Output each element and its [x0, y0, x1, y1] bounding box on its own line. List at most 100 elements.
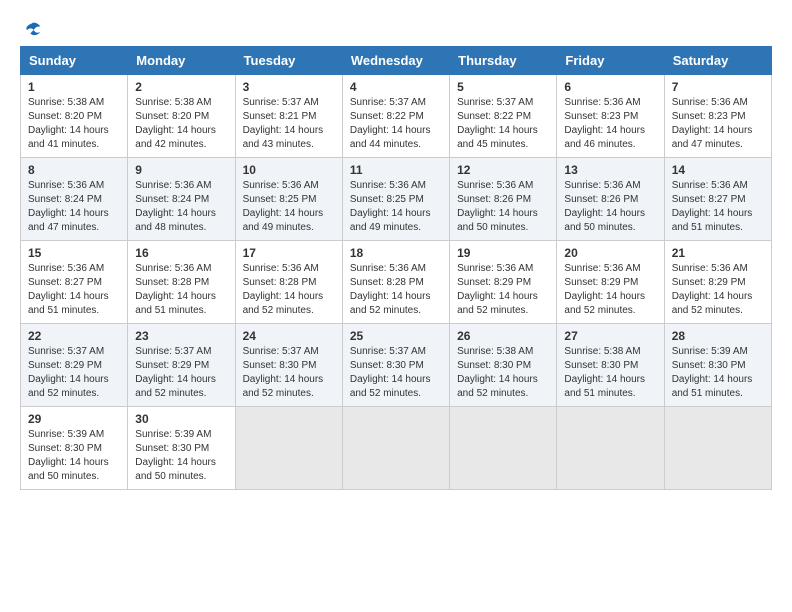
calendar-header-row: SundayMondayTuesdayWednesdayThursdayFrid…	[21, 47, 772, 75]
calendar-cell: 29 Sunrise: 5:39 AM Sunset: 8:30 PM Dayl…	[21, 407, 128, 490]
daylight-label: Daylight: 14 hours and 52 minutes.	[135, 374, 216, 399]
calendar-cell: 28 Sunrise: 5:39 AM Sunset: 8:30 PM Dayl…	[664, 324, 771, 407]
daylight-label: Daylight: 14 hours and 50 minutes.	[564, 208, 645, 233]
sunset-label: Sunset: 8:29 PM	[28, 360, 102, 371]
sunrise-label: Sunrise: 5:36 AM	[350, 263, 426, 274]
calendar-cell: 21 Sunrise: 5:36 AM Sunset: 8:29 PM Dayl…	[664, 241, 771, 324]
calendar-cell: 23 Sunrise: 5:37 AM Sunset: 8:29 PM Dayl…	[128, 324, 235, 407]
calendar-cell: 1 Sunrise: 5:38 AM Sunset: 8:20 PM Dayli…	[21, 75, 128, 158]
calendar-cell: 10 Sunrise: 5:36 AM Sunset: 8:25 PM Dayl…	[235, 158, 342, 241]
cell-content: Sunrise: 5:37 AM Sunset: 8:30 PM Dayligh…	[350, 345, 442, 401]
cell-content: Sunrise: 5:38 AM Sunset: 8:20 PM Dayligh…	[135, 96, 227, 152]
day-number: 5	[457, 80, 549, 94]
sunrise-label: Sunrise: 5:39 AM	[672, 346, 748, 357]
daylight-label: Daylight: 14 hours and 52 minutes.	[672, 291, 753, 316]
sunset-label: Sunset: 8:28 PM	[135, 277, 209, 288]
calendar-cell: 15 Sunrise: 5:36 AM Sunset: 8:27 PM Dayl…	[21, 241, 128, 324]
sunset-label: Sunset: 8:25 PM	[243, 194, 317, 205]
calendar-cell: 12 Sunrise: 5:36 AM Sunset: 8:26 PM Dayl…	[450, 158, 557, 241]
sunrise-label: Sunrise: 5:36 AM	[243, 263, 319, 274]
sunset-label: Sunset: 8:25 PM	[350, 194, 424, 205]
sunset-label: Sunset: 8:30 PM	[350, 360, 424, 371]
day-number: 16	[135, 246, 227, 260]
cell-content: Sunrise: 5:36 AM Sunset: 8:26 PM Dayligh…	[457, 179, 549, 235]
cell-content: Sunrise: 5:36 AM Sunset: 8:23 PM Dayligh…	[564, 96, 656, 152]
sunrise-label: Sunrise: 5:36 AM	[672, 180, 748, 191]
calendar-cell	[557, 407, 664, 490]
sunrise-label: Sunrise: 5:36 AM	[564, 180, 640, 191]
sunrise-label: Sunrise: 5:39 AM	[135, 429, 211, 440]
day-number: 14	[672, 163, 764, 177]
sunset-label: Sunset: 8:28 PM	[243, 277, 317, 288]
sunset-label: Sunset: 8:27 PM	[672, 194, 746, 205]
sunrise-label: Sunrise: 5:37 AM	[350, 97, 426, 108]
sunset-label: Sunset: 8:23 PM	[564, 111, 638, 122]
calendar-row: 8 Sunrise: 5:36 AM Sunset: 8:24 PM Dayli…	[21, 158, 772, 241]
calendar-cell: 11 Sunrise: 5:36 AM Sunset: 8:25 PM Dayl…	[342, 158, 449, 241]
sunset-label: Sunset: 8:29 PM	[672, 277, 746, 288]
day-header-tuesday: Tuesday	[235, 47, 342, 75]
daylight-label: Daylight: 14 hours and 50 minutes.	[135, 457, 216, 482]
daylight-label: Daylight: 14 hours and 51 minutes.	[135, 291, 216, 316]
cell-content: Sunrise: 5:37 AM Sunset: 8:22 PM Dayligh…	[457, 96, 549, 152]
cell-content: Sunrise: 5:37 AM Sunset: 8:30 PM Dayligh…	[243, 345, 335, 401]
calendar-cell: 18 Sunrise: 5:36 AM Sunset: 8:28 PM Dayl…	[342, 241, 449, 324]
sunrise-label: Sunrise: 5:39 AM	[28, 429, 104, 440]
day-header-monday: Monday	[128, 47, 235, 75]
daylight-label: Daylight: 14 hours and 41 minutes.	[28, 125, 109, 150]
calendar-row: 1 Sunrise: 5:38 AM Sunset: 8:20 PM Dayli…	[21, 75, 772, 158]
daylight-label: Daylight: 14 hours and 51 minutes.	[672, 374, 753, 399]
sunset-label: Sunset: 8:30 PM	[457, 360, 531, 371]
calendar-table: SundayMondayTuesdayWednesdayThursdayFrid…	[20, 46, 772, 490]
day-number: 30	[135, 412, 227, 426]
day-number: 6	[564, 80, 656, 94]
cell-content: Sunrise: 5:37 AM Sunset: 8:21 PM Dayligh…	[243, 96, 335, 152]
cell-content: Sunrise: 5:36 AM Sunset: 8:29 PM Dayligh…	[457, 262, 549, 318]
daylight-label: Daylight: 14 hours and 47 minutes.	[28, 208, 109, 233]
calendar-cell	[664, 407, 771, 490]
cell-content: Sunrise: 5:36 AM Sunset: 8:29 PM Dayligh…	[672, 262, 764, 318]
cell-content: Sunrise: 5:36 AM Sunset: 8:28 PM Dayligh…	[243, 262, 335, 318]
sunset-label: Sunset: 8:22 PM	[350, 111, 424, 122]
sunset-label: Sunset: 8:28 PM	[350, 277, 424, 288]
sunset-label: Sunset: 8:20 PM	[135, 111, 209, 122]
cell-content: Sunrise: 5:37 AM Sunset: 8:29 PM Dayligh…	[135, 345, 227, 401]
cell-content: Sunrise: 5:36 AM Sunset: 8:25 PM Dayligh…	[350, 179, 442, 235]
sunrise-label: Sunrise: 5:36 AM	[672, 263, 748, 274]
sunset-label: Sunset: 8:30 PM	[28, 443, 102, 454]
page-header	[20, 20, 772, 36]
daylight-label: Daylight: 14 hours and 42 minutes.	[135, 125, 216, 150]
daylight-label: Daylight: 14 hours and 44 minutes.	[350, 125, 431, 150]
sunrise-label: Sunrise: 5:36 AM	[135, 180, 211, 191]
day-number: 4	[350, 80, 442, 94]
day-number: 24	[243, 329, 335, 343]
day-number: 11	[350, 163, 442, 177]
daylight-label: Daylight: 14 hours and 52 minutes.	[243, 374, 324, 399]
day-number: 22	[28, 329, 120, 343]
sunset-label: Sunset: 8:21 PM	[243, 111, 317, 122]
calendar-cell: 3 Sunrise: 5:37 AM Sunset: 8:21 PM Dayli…	[235, 75, 342, 158]
calendar-cell	[235, 407, 342, 490]
cell-content: Sunrise: 5:36 AM Sunset: 8:29 PM Dayligh…	[564, 262, 656, 318]
cell-content: Sunrise: 5:36 AM Sunset: 8:28 PM Dayligh…	[135, 262, 227, 318]
daylight-label: Daylight: 14 hours and 49 minutes.	[350, 208, 431, 233]
daylight-label: Daylight: 14 hours and 50 minutes.	[28, 457, 109, 482]
cell-content: Sunrise: 5:36 AM Sunset: 8:27 PM Dayligh…	[28, 262, 120, 318]
logo	[20, 20, 44, 36]
daylight-label: Daylight: 14 hours and 51 minutes.	[28, 291, 109, 316]
sunrise-label: Sunrise: 5:37 AM	[243, 97, 319, 108]
calendar-cell: 14 Sunrise: 5:36 AM Sunset: 8:27 PM Dayl…	[664, 158, 771, 241]
sunrise-label: Sunrise: 5:38 AM	[564, 346, 640, 357]
calendar-cell: 6 Sunrise: 5:36 AM Sunset: 8:23 PM Dayli…	[557, 75, 664, 158]
sunrise-label: Sunrise: 5:38 AM	[135, 97, 211, 108]
calendar-row: 29 Sunrise: 5:39 AM Sunset: 8:30 PM Dayl…	[21, 407, 772, 490]
daylight-label: Daylight: 14 hours and 50 minutes.	[457, 208, 538, 233]
cell-content: Sunrise: 5:36 AM Sunset: 8:26 PM Dayligh…	[564, 179, 656, 235]
cell-content: Sunrise: 5:39 AM Sunset: 8:30 PM Dayligh…	[135, 428, 227, 484]
sunrise-label: Sunrise: 5:38 AM	[457, 346, 533, 357]
day-number: 13	[564, 163, 656, 177]
calendar-cell: 5 Sunrise: 5:37 AM Sunset: 8:22 PM Dayli…	[450, 75, 557, 158]
daylight-label: Daylight: 14 hours and 52 minutes.	[564, 291, 645, 316]
sunrise-label: Sunrise: 5:37 AM	[135, 346, 211, 357]
sunset-label: Sunset: 8:29 PM	[457, 277, 531, 288]
